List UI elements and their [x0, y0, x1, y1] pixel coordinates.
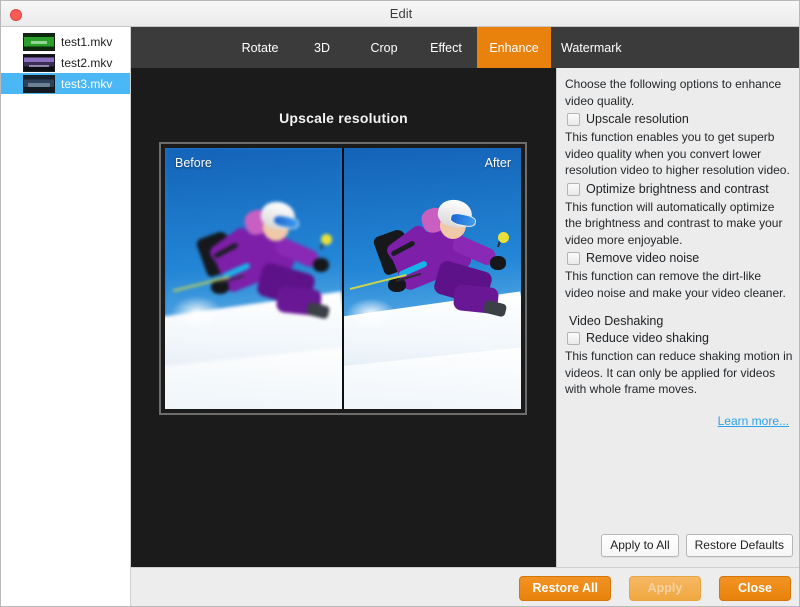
file-name: test2.mkv [61, 55, 113, 70]
optimize-brightness-contrast-description: This function will automatically optimiz… [565, 199, 783, 247]
tab-3d[interactable]: 3D [291, 27, 353, 68]
list-item[interactable]: test1.mkv [1, 31, 130, 52]
checkbox-icon[interactable] [567, 113, 580, 126]
reduce-video-shaking-option[interactable]: Reduce video shaking [567, 330, 793, 346]
video-thumbnail-icon [23, 74, 55, 93]
footer-bar: Restore All Apply Close [131, 567, 799, 606]
remove-video-noise-description: This function can remove the dirt-like v… [565, 269, 786, 300]
learn-more-wrap: Learn more... [565, 412, 793, 430]
skier-figure [165, 148, 342, 409]
checkbox-icon[interactable] [567, 252, 580, 265]
preview-title: Upscale resolution [279, 110, 408, 126]
option-label: Remove video noise [586, 251, 700, 265]
panel-intro-text: Choose the following options to enhance … [565, 77, 782, 108]
file-name: test3.mkv [61, 76, 113, 91]
file-list-sidebar: test1.mkv test2.mkv test3.mkv [1, 27, 131, 606]
close-button[interactable]: Close [719, 576, 791, 601]
before-preview-image: Before [165, 148, 342, 409]
panel-button-row: Apply to All Restore Defaults [601, 534, 793, 557]
edit-window: Edit test1.mkv test2.mkv test3.mkv Rotat… [0, 0, 800, 607]
enhance-options-panel: Choose the following options to enhance … [556, 68, 799, 567]
restore-all-button[interactable]: Restore All [519, 576, 611, 601]
checkbox-icon[interactable] [567, 182, 580, 196]
before-after-comparison: Before After [159, 142, 527, 415]
restore-defaults-button[interactable]: Restore Defaults [685, 534, 793, 557]
after-preview-image: After [342, 148, 521, 409]
edit-tab-bar: Rotate 3D Crop Effect Enhance Watermark [131, 27, 799, 68]
tab-rotate[interactable]: Rotate [229, 27, 291, 68]
option-label: Reduce video shaking [586, 331, 709, 345]
after-label: After [484, 156, 511, 170]
option-label: Optimize brightness and contrast [586, 181, 769, 196]
option-label: Upscale resolution [586, 112, 689, 126]
tab-crop[interactable]: Crop [353, 27, 415, 68]
video-thumbnail-icon [23, 32, 55, 51]
video-deshaking-heading: Video Deshaking [569, 314, 664, 328]
footer-button-row: Restore All Apply Close [519, 576, 791, 601]
list-item[interactable]: test2.mkv [1, 52, 130, 73]
apply-button[interactable]: Apply [629, 576, 701, 601]
learn-more-link[interactable]: Learn more... [718, 414, 789, 428]
optimize-brightness-contrast-option[interactable]: Optimize brightness and contrast [567, 181, 793, 197]
list-item[interactable]: test3.mkv [1, 73, 130, 94]
apply-to-all-button[interactable]: Apply to All [601, 534, 679, 557]
before-label: Before [175, 156, 212, 170]
checkbox-icon[interactable] [567, 332, 580, 345]
upscale-resolution-description: This function enables you to get superb … [565, 130, 790, 177]
skier-figure [344, 148, 521, 409]
title-bar: Edit [1, 1, 799, 27]
video-thumbnail-icon [23, 53, 55, 72]
upscale-resolution-option[interactable]: Upscale resolution [567, 111, 793, 127]
tab-enhance[interactable]: Enhance [477, 27, 551, 68]
window-title: Edit [389, 6, 413, 21]
reduce-video-shaking-description: This function can reduce shaking motion … [565, 349, 793, 396]
tab-watermark[interactable]: Watermark [551, 27, 632, 68]
remove-video-noise-option[interactable]: Remove video noise [567, 250, 793, 266]
tab-bar-spacer [131, 27, 229, 68]
file-name: test1.mkv [61, 34, 113, 49]
tab-effect[interactable]: Effect [415, 27, 477, 68]
preview-stage: Upscale resolution Before After [131, 68, 556, 567]
